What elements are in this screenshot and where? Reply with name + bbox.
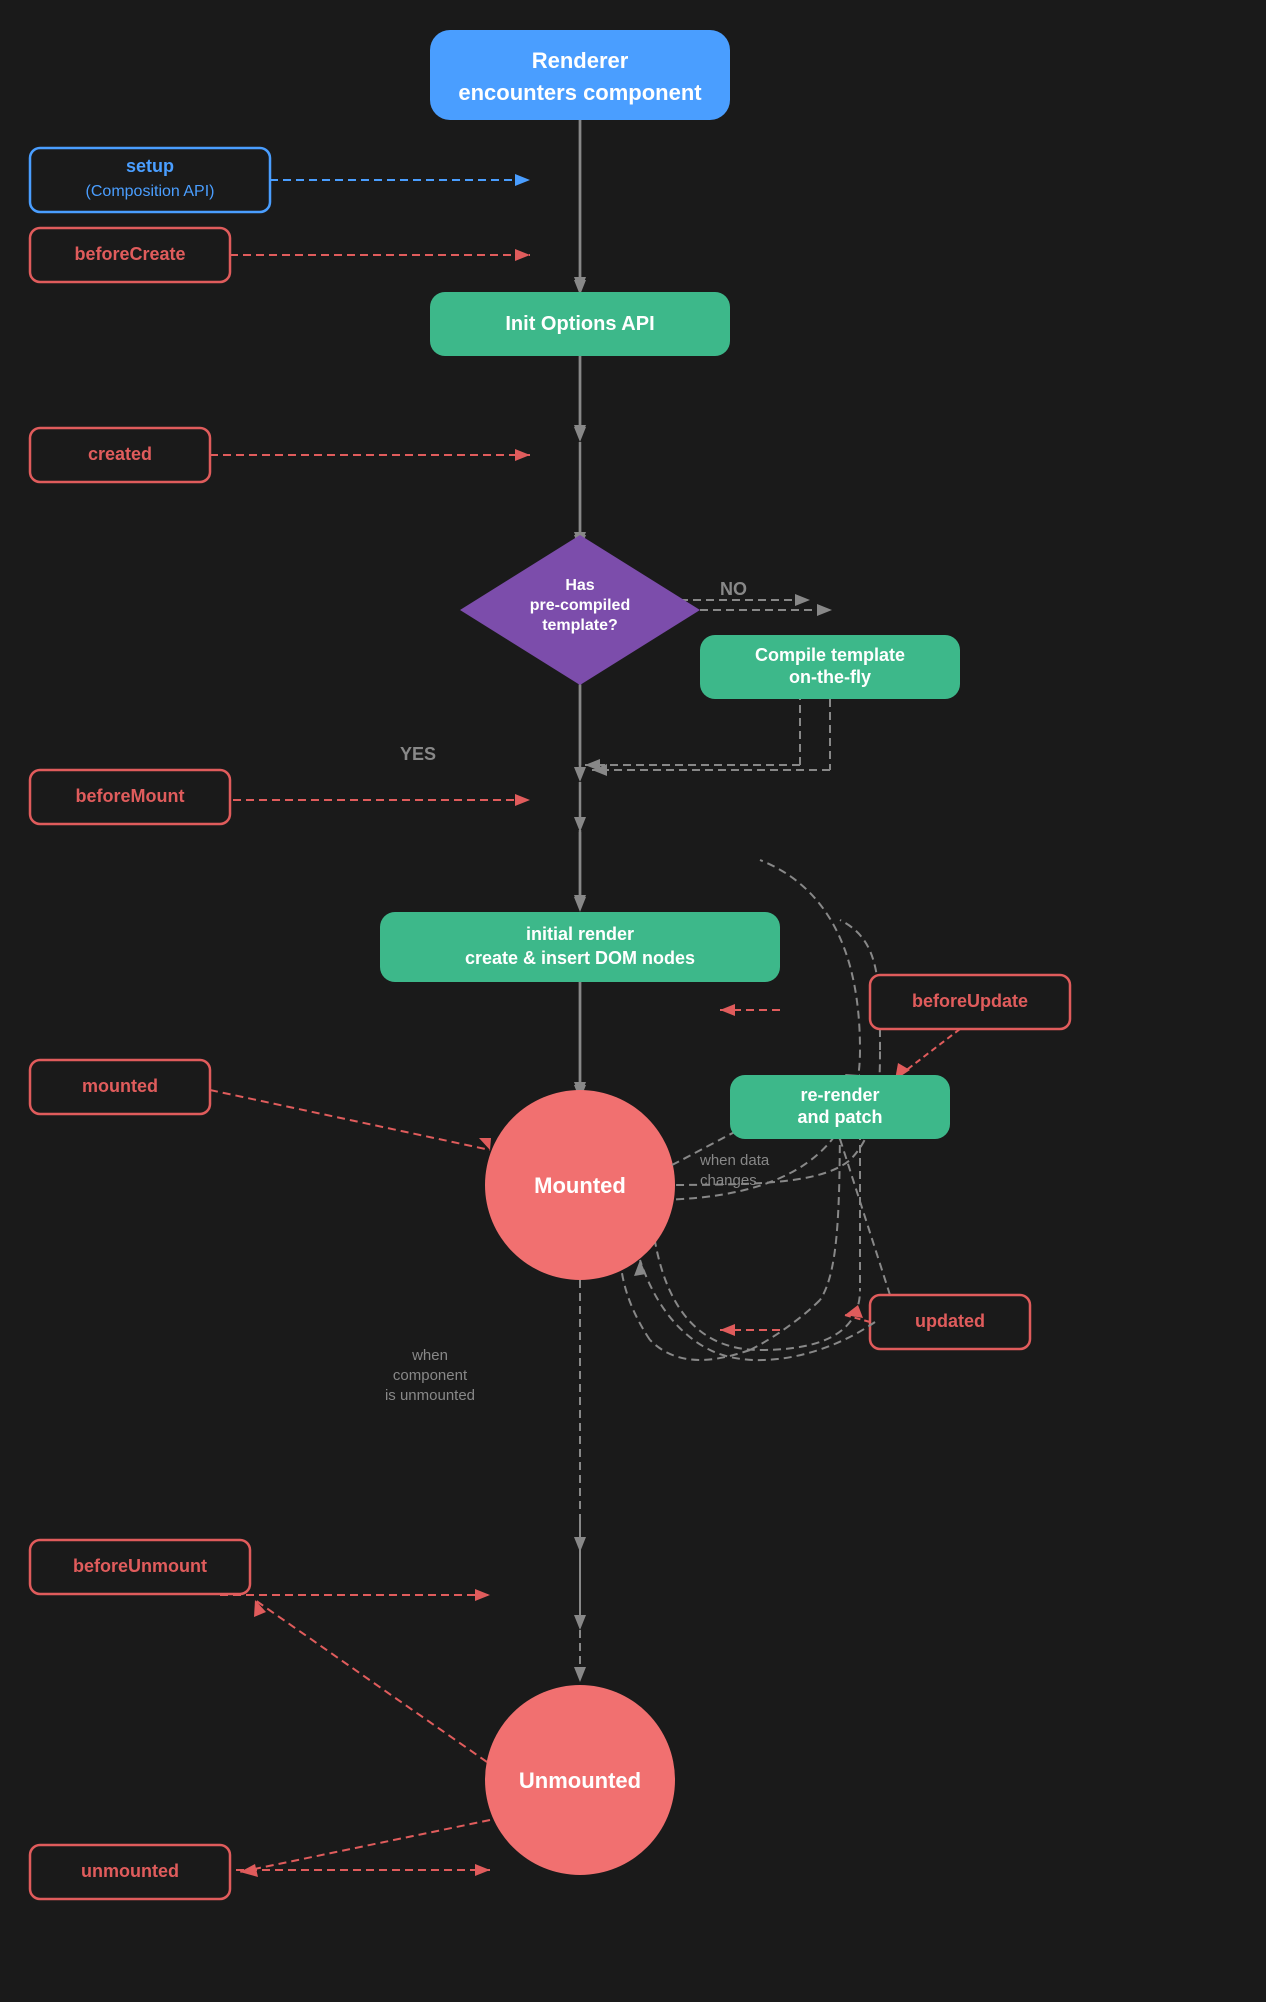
renderer-text-1: Renderer bbox=[532, 48, 629, 73]
before-create-text: beforeCreate bbox=[74, 244, 185, 264]
re-render-text-1: re-render bbox=[800, 1085, 879, 1105]
initial-render-text-1: initial render bbox=[526, 924, 634, 944]
diagram-container: Renderer encounters component setup (Com… bbox=[0, 0, 1266, 2002]
mounted-circle-text: Mounted bbox=[534, 1173, 626, 1198]
init-options-text: Init Options API bbox=[505, 313, 654, 335]
before-mount-text: beforeMount bbox=[76, 786, 185, 806]
yes-label: YES bbox=[400, 744, 436, 764]
before-update-text: beforeUpdate bbox=[912, 991, 1028, 1011]
template-text-1: Has bbox=[565, 577, 594, 594]
when-unmounted-label-2: component bbox=[393, 1367, 468, 1384]
mounted-hook-text: mounted bbox=[82, 1076, 158, 1096]
initial-render-text-2: create & insert DOM nodes bbox=[465, 948, 695, 968]
no-label: NO bbox=[720, 579, 747, 599]
compile-text-2: on-the-fly bbox=[789, 667, 871, 687]
before-unmount-text: beforeUnmount bbox=[73, 1556, 207, 1576]
setup-text-1: setup bbox=[126, 156, 174, 176]
compile-text-1: Compile template bbox=[755, 645, 905, 665]
unmounted-hook-text: unmounted bbox=[81, 1861, 179, 1881]
renderer-node bbox=[430, 30, 730, 120]
unmounted-circle-text: Unmounted bbox=[519, 1768, 641, 1793]
template-text-2: pre-compiled bbox=[530, 597, 630, 614]
when-data-changes-label-1: when data bbox=[699, 1152, 770, 1169]
when-data-changes-label-2: changes bbox=[700, 1172, 757, 1189]
updated-text: updated bbox=[915, 1311, 985, 1331]
setup-text-2: (Composition API) bbox=[86, 183, 215, 200]
template-text-3: template? bbox=[542, 617, 618, 634]
re-render-text-2: and patch bbox=[797, 1107, 882, 1127]
renderer-text-2: encounters component bbox=[458, 80, 702, 105]
when-unmounted-label-1: when bbox=[411, 1347, 448, 1364]
when-unmounted-label-3: is unmounted bbox=[385, 1387, 475, 1404]
created-text: created bbox=[88, 444, 152, 464]
initial-render-node bbox=[380, 912, 780, 982]
